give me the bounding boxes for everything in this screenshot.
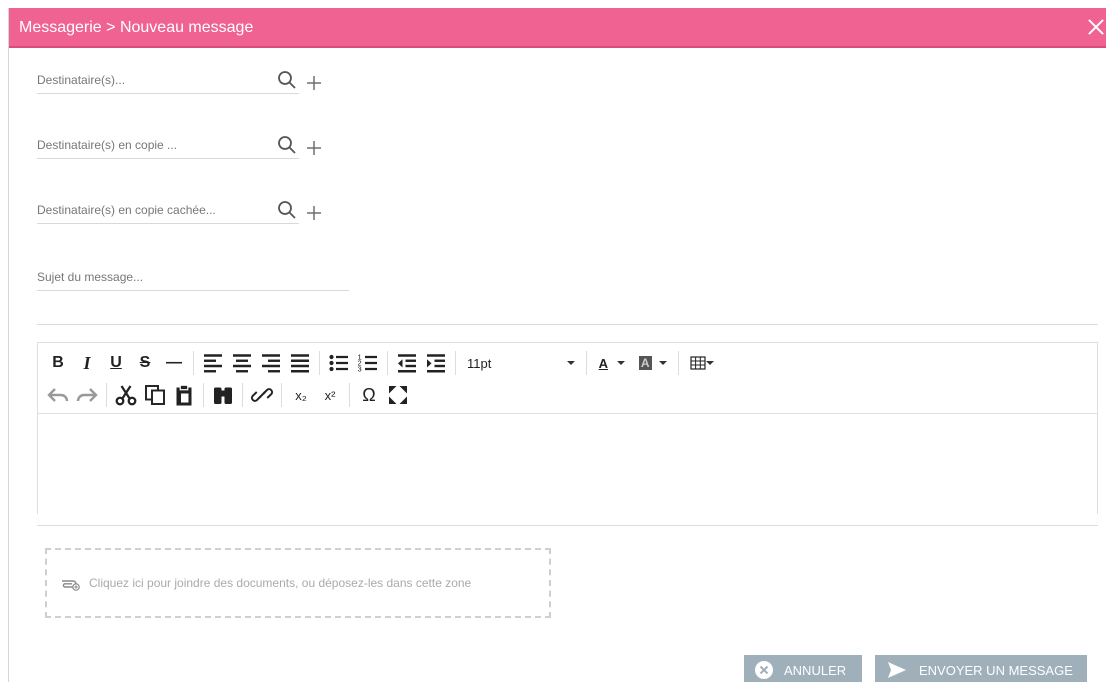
align-left-icon[interactable]	[201, 351, 225, 375]
toolbar-separator	[242, 383, 243, 407]
paste-icon[interactable]	[172, 383, 196, 407]
compose-window: Messagerie > Nouveau message Destinatair…	[8, 8, 1106, 682]
subject-input[interactable]	[37, 265, 337, 289]
titlebar: Messagerie > Nouveau message	[9, 8, 1106, 48]
special-character-button[interactable]: Ω	[357, 383, 381, 407]
toolbar-separator	[193, 351, 194, 375]
search-icon[interactable]	[277, 70, 297, 90]
toolbar-separator	[203, 383, 204, 407]
toolbar-separator	[281, 383, 282, 407]
to-field	[37, 68, 321, 94]
chevron-down-icon	[567, 361, 575, 365]
cut-icon[interactable]	[114, 383, 138, 407]
to-input[interactable]	[37, 68, 267, 92]
close-icon[interactable]	[1085, 16, 1106, 38]
paperclip-icon	[62, 580, 80, 591]
chevron-down-icon	[706, 361, 714, 365]
add-icon[interactable]	[305, 74, 323, 92]
toolbar-row-2: x₂ x² Ω	[46, 381, 415, 409]
chevron-down-icon	[617, 361, 626, 365]
svg-text:3: 3	[358, 364, 362, 373]
search-icon[interactable]	[277, 200, 297, 220]
outdent-icon[interactable]	[395, 351, 419, 375]
rich-text-editor: B I U S — 123 11pt A A x₂ x² Ω	[37, 342, 1098, 514]
dropzone-hint: Cliquez ici pour joindre des documents, …	[89, 576, 472, 590]
cc-input[interactable]	[37, 133, 267, 157]
strikethrough-button[interactable]: S	[133, 351, 157, 375]
link-icon[interactable]	[250, 383, 274, 407]
toolbar-separator	[586, 351, 587, 375]
bullet-list-icon[interactable]	[327, 351, 351, 375]
font-size-select[interactable]: 11pt	[463, 351, 579, 375]
chevron-down-icon	[659, 361, 668, 365]
font-size-value: 11pt	[467, 355, 492, 371]
find-replace-icon[interactable]	[211, 383, 235, 407]
subscript-button[interactable]: x₂	[289, 383, 313, 407]
superscript-button[interactable]: x²	[318, 383, 342, 407]
send-icon	[888, 662, 906, 678]
fullscreen-icon[interactable]	[386, 383, 410, 407]
cc-field	[37, 133, 321, 159]
toolbar-separator	[319, 351, 320, 375]
divider	[37, 525, 1098, 526]
toolbar-row-1: B I U S — 123 11pt A A	[46, 349, 723, 377]
bold-button[interactable]: B	[46, 351, 70, 375]
message-body-editor[interactable]	[38, 413, 1097, 515]
underline-button[interactable]: U	[104, 351, 128, 375]
align-justify-icon[interactable]	[288, 351, 312, 375]
italic-button[interactable]: I	[75, 351, 99, 375]
add-icon[interactable]	[305, 204, 323, 222]
send-label: ENVOYER UN MESSAGE	[919, 662, 1073, 678]
toolbar-separator	[678, 351, 679, 375]
copy-icon[interactable]	[143, 383, 167, 407]
attachment-dropzone[interactable]: Cliquez ici pour joindre des documents, …	[45, 548, 551, 618]
indent-icon[interactable]	[424, 351, 448, 375]
bcc-field	[37, 198, 321, 224]
send-message-button[interactable]: ENVOYER UN MESSAGE	[875, 655, 1087, 682]
cancel-label: ANNULER	[784, 662, 847, 678]
add-icon[interactable]	[305, 139, 323, 157]
align-right-icon[interactable]	[259, 351, 283, 375]
font-color-icon: A	[598, 355, 609, 371]
bcc-input[interactable]	[37, 198, 267, 222]
table-icon	[690, 356, 706, 370]
cancel-circle-icon	[755, 661, 773, 679]
toolbar-separator	[106, 383, 107, 407]
numbered-list-icon[interactable]: 123	[356, 351, 380, 375]
table-button[interactable]	[686, 351, 718, 375]
toolbar-separator	[349, 383, 350, 407]
font-color-button[interactable]: A	[594, 351, 630, 375]
redo-icon[interactable]	[75, 383, 99, 407]
align-center-icon[interactable]	[230, 351, 254, 375]
toolbar-separator	[455, 351, 456, 375]
cancel-button[interactable]: ANNULER	[744, 655, 862, 682]
subject-field	[37, 265, 349, 291]
search-icon[interactable]	[277, 135, 297, 155]
divider	[37, 324, 1098, 325]
background-color-icon: A	[638, 356, 652, 370]
toolbar-separator	[387, 351, 388, 375]
undo-icon[interactable]	[46, 383, 70, 407]
window-title: Messagerie > Nouveau message	[19, 19, 254, 36]
horizontal-rule-button[interactable]: —	[162, 351, 186, 375]
background-color-button[interactable]: A	[635, 351, 671, 375]
